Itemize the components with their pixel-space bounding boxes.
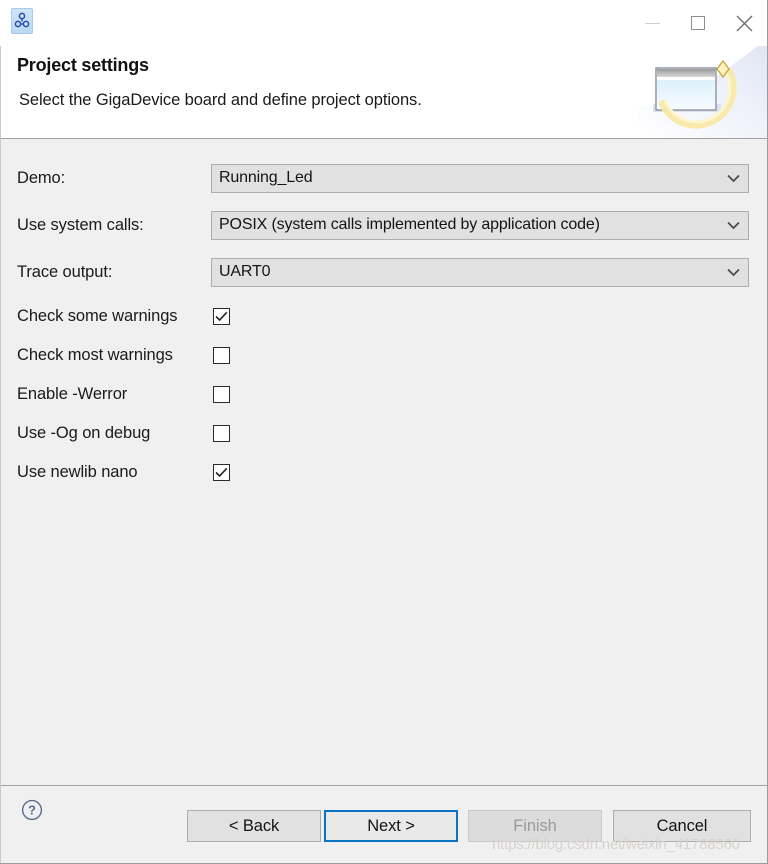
label-use-system-calls: Use system calls: bbox=[17, 215, 144, 234]
chevron-down-icon bbox=[718, 174, 748, 183]
page-title: Project settings bbox=[17, 55, 149, 75]
window-controls bbox=[629, 0, 767, 46]
finish-button: Finish bbox=[468, 810, 602, 842]
close-icon bbox=[736, 15, 752, 31]
minimize-icon bbox=[644, 22, 660, 24]
minimize-button[interactable] bbox=[629, 0, 675, 46]
checkbox-row-use-newlib-nano: Use newlib nano bbox=[1, 460, 767, 484]
checkbox-use-newlib-nano[interactable] bbox=[213, 463, 230, 481]
checkbox-row-enable-werror: Enable -Werror bbox=[1, 382, 767, 406]
svg-text:?: ? bbox=[28, 803, 36, 818]
dropdown-demo[interactable]: Running_Led bbox=[211, 163, 749, 193]
label-use-og-on-debug: Use -Og on debug bbox=[17, 423, 151, 442]
checkmark-icon bbox=[215, 467, 228, 477]
label-demo: Demo: bbox=[17, 168, 66, 187]
label-check-some-warnings: Check some warnings bbox=[17, 306, 178, 325]
close-button[interactable] bbox=[721, 0, 767, 46]
dropdown-use-system-calls-value: POSIX (system calls implemented by appli… bbox=[219, 216, 600, 233]
dialog-body: Demo: Running_Led Use system calls: POSI… bbox=[0, 139, 767, 785]
project-settings-dialog: Project settings Select the GigaDevice b… bbox=[0, 0, 768, 864]
label-check-most-warnings: Check most warnings bbox=[17, 345, 173, 364]
next-button[interactable]: Next > bbox=[324, 810, 458, 842]
checkbox-enable-werror[interactable] bbox=[213, 385, 230, 403]
molecule-icon bbox=[14, 12, 30, 28]
field-row-system-calls: Use system calls: POSIX (system calls im… bbox=[1, 210, 767, 240]
checkbox-row-use-og-on-debug: Use -Og on debug bbox=[1, 421, 767, 445]
back-button[interactable]: < Back bbox=[187, 810, 321, 842]
dropdown-use-system-calls[interactable]: POSIX (system calls implemented by appli… bbox=[211, 210, 749, 240]
dropdown-trace-output-value: UART0 bbox=[219, 263, 271, 280]
label-enable-werror: Enable -Werror bbox=[17, 384, 128, 403]
field-row-trace-output: Trace output: UART0 bbox=[1, 257, 767, 287]
maximize-icon bbox=[691, 16, 705, 30]
checkmark-icon bbox=[215, 311, 228, 321]
chevron-down-icon bbox=[718, 268, 748, 277]
cancel-button[interactable]: Cancel bbox=[613, 810, 751, 842]
dialog-header: Project settings Select the GigaDevice b… bbox=[0, 46, 767, 139]
window-left-edge bbox=[0, 46, 1, 863]
label-use-newlib-nano: Use newlib nano bbox=[17, 462, 138, 481]
page-subtitle: Select the GigaDevice board and define p… bbox=[19, 91, 422, 109]
title-bar bbox=[0, 0, 767, 46]
checkbox-use-og-on-debug[interactable] bbox=[213, 424, 230, 442]
help-question-icon[interactable]: ? bbox=[21, 799, 43, 821]
gigadevice-wizard-icon bbox=[11, 8, 33, 34]
field-row-demo: Demo: Running_Led bbox=[1, 163, 767, 193]
dropdown-demo-value: Running_Led bbox=[219, 169, 313, 186]
checkbox-row-check-some-warnings: Check some warnings bbox=[1, 304, 767, 328]
maximize-button[interactable] bbox=[675, 0, 721, 46]
checkbox-check-most-warnings[interactable] bbox=[213, 346, 230, 364]
dropdown-trace-output[interactable]: UART0 bbox=[211, 257, 749, 287]
wizard-window-sparkle-icon bbox=[639, 46, 767, 138]
chevron-down-icon bbox=[718, 221, 748, 230]
label-trace-output: Trace output: bbox=[17, 262, 113, 281]
checkbox-row-check-most-warnings: Check most warnings bbox=[1, 343, 767, 367]
checkbox-check-some-warnings[interactable] bbox=[213, 307, 230, 325]
